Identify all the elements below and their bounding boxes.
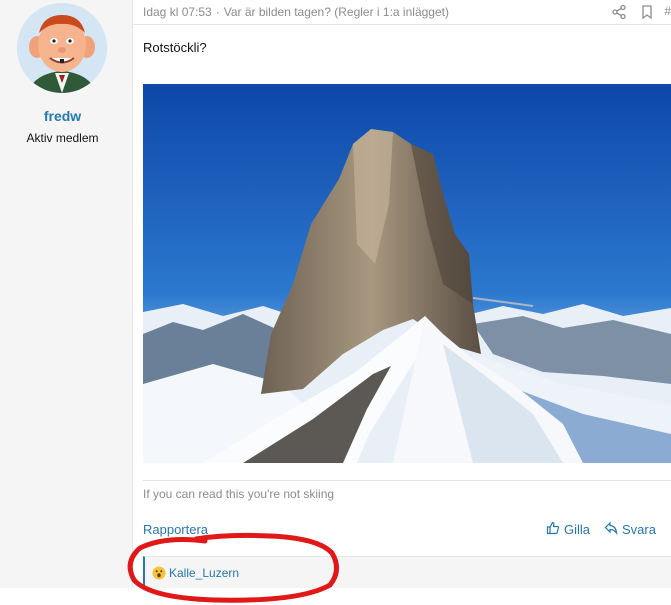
post-timestamp[interactable]: Idag kl 07:53 — [143, 5, 212, 19]
user-title: Aktiv medlem — [26, 131, 99, 145]
thumbs-up-icon — [546, 521, 560, 538]
reply-arrow-icon — [604, 521, 618, 538]
like-label: Gilla — [564, 522, 591, 537]
post-body-text: Rotstöckli? — [143, 40, 207, 55]
like-button[interactable]: Gilla — [546, 521, 590, 538]
wow-emoji-icon[interactable] — [152, 566, 166, 580]
signature-divider — [143, 480, 671, 481]
user-sidebar: fredw Aktiv medlem — [0, 0, 133, 588]
user-avatar[interactable] — [17, 3, 107, 93]
report-link[interactable]: Rapportera — [143, 522, 208, 537]
reaction-user-link[interactable]: Kalle_Luzern — [169, 566, 239, 580]
username-link[interactable]: fredw — [0, 108, 125, 124]
bookmark-icon[interactable] — [639, 4, 655, 20]
thread-title-link[interactable]: Var är bilden tagen? (Regler i 1:a inläg… — [224, 5, 449, 19]
share-icon[interactable] — [611, 4, 627, 20]
meta-separator: · — [215, 5, 220, 19]
reply-button[interactable]: Svara — [604, 521, 656, 538]
post-number-link[interactable]: # — [664, 4, 671, 18]
reactions-bar: Kalle_Luzern — [143, 556, 671, 588]
post-meta: Idag kl 07:53 · Var är bilden tagen? (Regl… — [143, 5, 449, 19]
reply-label: Svara — [622, 522, 656, 537]
user-signature: If you can read this you're not skiing — [143, 487, 335, 501]
post-header: Idag kl 07:53 · Var är bilden tagen? (Regl… — [133, 0, 671, 25]
post-image[interactable] — [143, 84, 671, 463]
